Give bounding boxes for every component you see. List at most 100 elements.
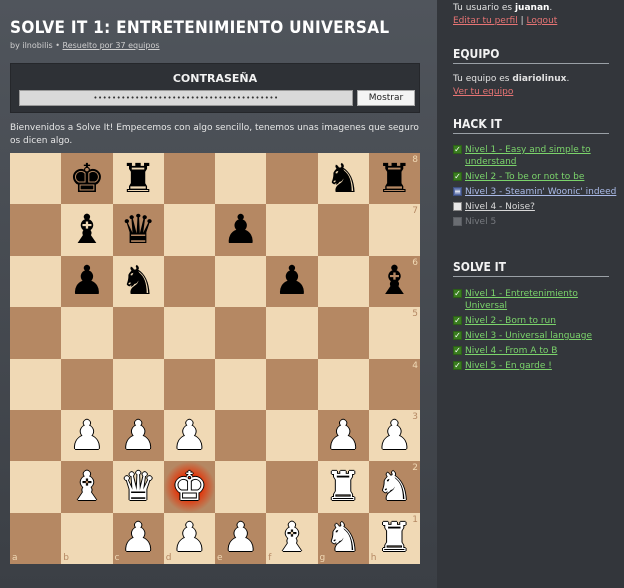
white-king-icon[interactable]: ♚ [164, 461, 215, 512]
square-b1[interactable]: b [61, 512, 113, 564]
square-h4[interactable]: 4 [368, 358, 420, 410]
white-queen-icon[interactable]: ♛ [113, 461, 164, 512]
square-g3[interactable]: ♟ [317, 409, 369, 462]
square-b5[interactable] [61, 307, 113, 359]
square-f2[interactable] [266, 461, 318, 513]
square-f1[interactable]: f ♝ [266, 512, 318, 564]
square-c2[interactable]: ♛ [112, 461, 164, 513]
solved-by-link[interactable]: Resuelto por 37 equipos [63, 41, 160, 50]
level-label[interactable]: Nivel 3 - Steamin' Woonic' indeed [465, 186, 616, 198]
square-c8[interactable]: ♜ [112, 153, 164, 205]
square-d8[interactable] [163, 153, 215, 205]
square-a5[interactable] [10, 307, 62, 359]
square-e5[interactable] [215, 307, 267, 359]
level-label[interactable]: Nivel 2 - To be or not to be [465, 171, 584, 183]
black-knight-icon[interactable]: ♞ [113, 256, 164, 307]
show-password-button[interactable]: Mostrar [357, 90, 415, 106]
square-e6[interactable] [215, 255, 267, 308]
square-f6[interactable]: ♟ [266, 255, 318, 308]
black-rook-icon[interactable]: ♜ [369, 153, 420, 204]
square-d6[interactable] [163, 255, 215, 308]
square-e3[interactable] [215, 409, 267, 462]
square-g2[interactable]: ♜ [317, 461, 369, 513]
square-h1[interactable]: 1 h ♜ [368, 512, 420, 564]
square-c4[interactable] [112, 358, 164, 410]
edit-profile-link[interactable]: Editar tu perfil [453, 16, 518, 26]
level-label[interactable]: Nivel 3 - Universal language [465, 330, 592, 342]
square-b7[interactable]: ♝ [61, 204, 113, 256]
square-g8[interactable]: ♞ [317, 153, 369, 205]
level-label[interactable]: Nivel 5 - En garde ! [465, 360, 552, 372]
black-queen-icon[interactable]: ♛ [113, 204, 164, 255]
square-e8[interactable] [215, 153, 267, 205]
square-h7[interactable]: 7 [368, 204, 420, 256]
view-team-link[interactable]: Ver tu equipo [453, 87, 513, 97]
square-e1[interactable]: e ♟ [215, 512, 267, 564]
square-c6[interactable]: ♞ [112, 255, 164, 308]
black-bishop-icon[interactable]: ♝ [369, 256, 420, 307]
level-item[interactable]: Nivel 4 - Noise? [453, 201, 618, 213]
square-e4[interactable] [215, 358, 267, 410]
level-item[interactable]: ✓ Nivel 1 - Entretenimiento Universal [453, 288, 618, 312]
square-b6[interactable]: ♟ [61, 255, 113, 308]
square-g6[interactable] [317, 255, 369, 308]
square-f3[interactable] [266, 409, 318, 462]
black-pawn-icon[interactable]: ♟ [61, 256, 112, 307]
square-a4[interactable] [10, 358, 62, 410]
square-c3[interactable]: ♟ [112, 409, 164, 462]
black-bishop-icon[interactable]: ♝ [61, 204, 112, 255]
white-pawn-icon[interactable]: ♟ [113, 410, 164, 461]
white-pawn-icon[interactable]: ♟ [164, 410, 215, 461]
white-pawn-icon[interactable]: ♟ [215, 513, 266, 564]
white-bishop-icon[interactable]: ♝ [61, 461, 112, 512]
white-bishop-icon[interactable]: ♝ [266, 513, 317, 564]
level-label[interactable]: Nivel 1 - Entretenimiento Universal [465, 288, 618, 312]
square-h8[interactable]: 8 ♜ [368, 153, 420, 205]
square-b2[interactable]: ♝ [61, 461, 113, 513]
level-item[interactable]: ✓ Nivel 3 - Universal language [453, 330, 618, 342]
level-item[interactable]: ✓ Nivel 4 - From A to B [453, 345, 618, 357]
level-item[interactable]: ≡ Nivel 3 - Steamin' Woonic' indeed [453, 186, 618, 198]
black-knight-icon[interactable]: ♞ [318, 153, 369, 204]
square-a7[interactable] [10, 204, 62, 256]
level-item[interactable]: ✓ Nivel 2 - Born to run [453, 315, 618, 327]
white-pawn-icon[interactable]: ♟ [113, 513, 164, 564]
square-f8[interactable] [266, 153, 318, 205]
white-rook-icon[interactable]: ♜ [369, 513, 420, 564]
black-rook-icon[interactable]: ♜ [113, 153, 164, 204]
square-a1[interactable]: a [10, 512, 62, 564]
level-label[interactable]: Nivel 1 - Easy and simple to understand [465, 144, 618, 168]
square-d1[interactable]: d ♟ [163, 512, 215, 564]
square-d7[interactable] [163, 204, 215, 256]
square-g1[interactable]: g ♞ [317, 512, 369, 564]
white-pawn-icon[interactable]: ♟ [369, 410, 420, 461]
square-f5[interactable] [266, 307, 318, 359]
black-king-icon[interactable]: ♚ [61, 153, 112, 204]
white-pawn-icon[interactable]: ♟ [61, 410, 112, 461]
square-f7[interactable] [266, 204, 318, 256]
level-label[interactable]: Nivel 4 - Noise? [465, 201, 535, 213]
square-a2[interactable] [10, 461, 62, 513]
level-item[interactable]: ✓ Nivel 5 - En garde ! [453, 360, 618, 372]
square-h5[interactable]: 5 [368, 307, 420, 359]
password-input[interactable]: •••••••••••••••••••••••••••••••••••••••• [19, 90, 353, 106]
level-label[interactable]: Nivel 4 - From A to B [465, 345, 557, 357]
square-b8[interactable]: ♚ [61, 153, 113, 205]
square-a3[interactable] [10, 409, 62, 462]
square-a6[interactable] [10, 255, 62, 308]
black-pawn-icon[interactable]: ♟ [266, 256, 317, 307]
white-knight-icon[interactable]: ♞ [369, 461, 420, 512]
square-g5[interactable] [317, 307, 369, 359]
square-h6[interactable]: 6 ♝ [368, 255, 420, 308]
level-item[interactable]: ✓ Nivel 2 - To be or not to be [453, 171, 618, 183]
white-rook-icon[interactable]: ♜ [318, 461, 369, 512]
square-a8[interactable] [10, 153, 62, 205]
square-e7[interactable]: ♟ [215, 204, 267, 256]
square-c1[interactable]: c ♟ [112, 512, 164, 564]
white-pawn-icon[interactable]: ♟ [318, 410, 369, 461]
square-f4[interactable] [266, 358, 318, 410]
logout-link[interactable]: Logout [526, 16, 557, 26]
square-b3[interactable]: ♟ [61, 409, 113, 462]
square-h2[interactable]: 2 ♞ [368, 461, 420, 513]
square-d4[interactable] [163, 358, 215, 410]
